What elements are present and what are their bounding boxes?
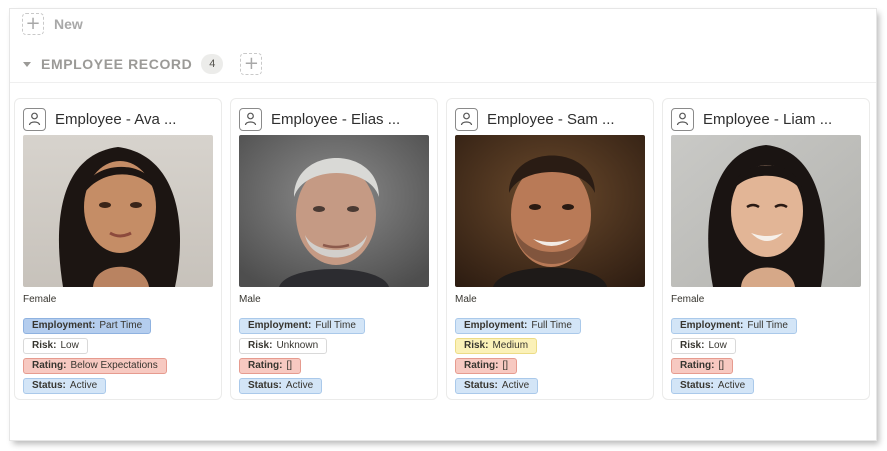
tag-value: Medium: [492, 340, 529, 351]
property-tags: Employment: Full Time Risk: Medium Rating:…: [455, 315, 581, 395]
employment-tag[interactable]: Employment: Full Time: [239, 317, 365, 334]
card-title[interactable]: Employee - Sam ...: [487, 111, 615, 128]
status-tag[interactable]: Status: Active: [455, 377, 539, 394]
tag-key: Status:: [680, 380, 714, 391]
tag-key: Risk:: [248, 340, 273, 351]
tag-key: Rating:: [32, 360, 67, 371]
risk-tag[interactable]: Risk: Medium: [455, 337, 538, 354]
tag-key: Status:: [464, 380, 498, 391]
tag-key: Risk:: [680, 340, 705, 351]
rating-tag[interactable]: Rating:[]: [671, 357, 734, 374]
property-tags: Employment: Full Time Risk: Low Rating:[] …: [671, 315, 797, 395]
risk-tag[interactable]: Risk: Low: [23, 337, 88, 354]
employment-tag[interactable]: Employment: Part Time: [23, 317, 152, 334]
card-title[interactable]: Employee - Elias ...: [271, 111, 400, 128]
board-view: + New EMPLOYEE RECORD 4 + Employee - Ava…: [10, 9, 876, 440]
tag-value: Low: [708, 340, 727, 351]
tag-value: Full Time: [315, 320, 356, 331]
tag-key: Employment:: [248, 320, 312, 331]
gender-label: Female: [671, 294, 705, 305]
employee-photo: [671, 135, 861, 287]
tag-value: Active: [285, 380, 314, 391]
tag-key: Employment:: [464, 320, 528, 331]
card-list: Employee - Ava ... Female Employment: Par…: [14, 98, 870, 400]
tag-value: Unknown: [276, 340, 319, 351]
employee-card[interactable]: Employee - Sam ... Male Employment: Full …: [446, 98, 654, 400]
tag-key: Status:: [248, 380, 282, 391]
employee-photo: [455, 135, 645, 287]
card-header: Employee - Ava ...: [23, 107, 176, 131]
tag-value: []: [286, 360, 293, 371]
person-icon: [671, 107, 694, 131]
rating-tag[interactable]: Rating: Below Expectations: [23, 357, 167, 374]
employment-tag[interactable]: Employment: Full Time: [455, 317, 581, 334]
employee-card[interactable]: Employee - Elias ... Male Employment: Ful…: [230, 98, 438, 400]
group-title[interactable]: EMPLOYEE RECORD: [41, 56, 192, 72]
divider: [10, 82, 876, 83]
tag-key: Risk:: [32, 340, 57, 351]
tag-value: Low: [60, 340, 79, 351]
risk-tag[interactable]: Risk: Low: [671, 337, 736, 354]
tag-key: Status:: [32, 380, 66, 391]
card-title[interactable]: Employee - Liam ...: [703, 111, 832, 128]
tag-value: []: [502, 360, 509, 371]
group-count-badge: 4: [201, 54, 224, 74]
add-to-group-button[interactable]: +: [240, 53, 263, 75]
employee-card[interactable]: Employee - Ava ... Female Employment: Par…: [14, 98, 222, 400]
person-icon: [23, 107, 46, 131]
rating-tag[interactable]: Rating:[]: [239, 357, 302, 374]
status-tag[interactable]: Status: Active: [671, 377, 755, 394]
tag-value: []: [718, 360, 725, 371]
gender-label: Female: [23, 294, 57, 305]
group-header: EMPLOYEE RECORD 4 +: [20, 52, 263, 76]
tag-key: Rating:: [248, 360, 283, 371]
card-header: Employee - Sam ...: [455, 107, 615, 131]
card-header: Employee - Elias ...: [239, 107, 400, 131]
tag-key: Rating:: [464, 360, 499, 371]
card-title[interactable]: Employee - Ava ...: [55, 111, 176, 128]
employee-photo: [23, 135, 213, 287]
new-item-row[interactable]: + New: [22, 13, 83, 35]
tag-value: Active: [501, 380, 530, 391]
employment-tag[interactable]: Employment: Full Time: [671, 317, 797, 334]
tag-key: Employment:: [680, 320, 744, 331]
person-icon: [239, 107, 262, 131]
rating-tag[interactable]: Rating:[]: [455, 357, 518, 374]
new-label[interactable]: New: [54, 16, 83, 32]
tag-key: Risk:: [464, 340, 489, 351]
gender-label: Male: [455, 294, 477, 305]
property-tags: Employment: Full Time Risk: Unknown Rating…: [239, 315, 365, 395]
gender-label: Male: [239, 294, 261, 305]
risk-tag[interactable]: Risk: Unknown: [239, 337, 328, 354]
tag-value: Full Time: [747, 320, 788, 331]
property-tags: Employment: Part Time Risk: Low Rating: Bel…: [23, 315, 167, 395]
employee-card[interactable]: Employee - Liam ... Female Employment: Fu…: [662, 98, 870, 400]
chevron-down-icon[interactable]: [23, 61, 31, 67]
tag-value: Below Expectations: [70, 360, 158, 371]
person-icon: [455, 107, 478, 131]
tag-value: Full Time: [531, 320, 572, 331]
employee-photo: [239, 135, 429, 287]
status-tag[interactable]: Status: Active: [239, 377, 323, 394]
tag-key: Rating:: [680, 360, 715, 371]
tag-key: Employment:: [32, 320, 96, 331]
tag-value: Active: [69, 380, 98, 391]
tag-value: Part Time: [99, 320, 143, 331]
plus-icon[interactable]: +: [22, 13, 44, 35]
status-tag[interactable]: Status: Active: [23, 377, 107, 394]
card-header: Employee - Liam ...: [671, 107, 832, 131]
tag-value: Active: [717, 380, 746, 391]
